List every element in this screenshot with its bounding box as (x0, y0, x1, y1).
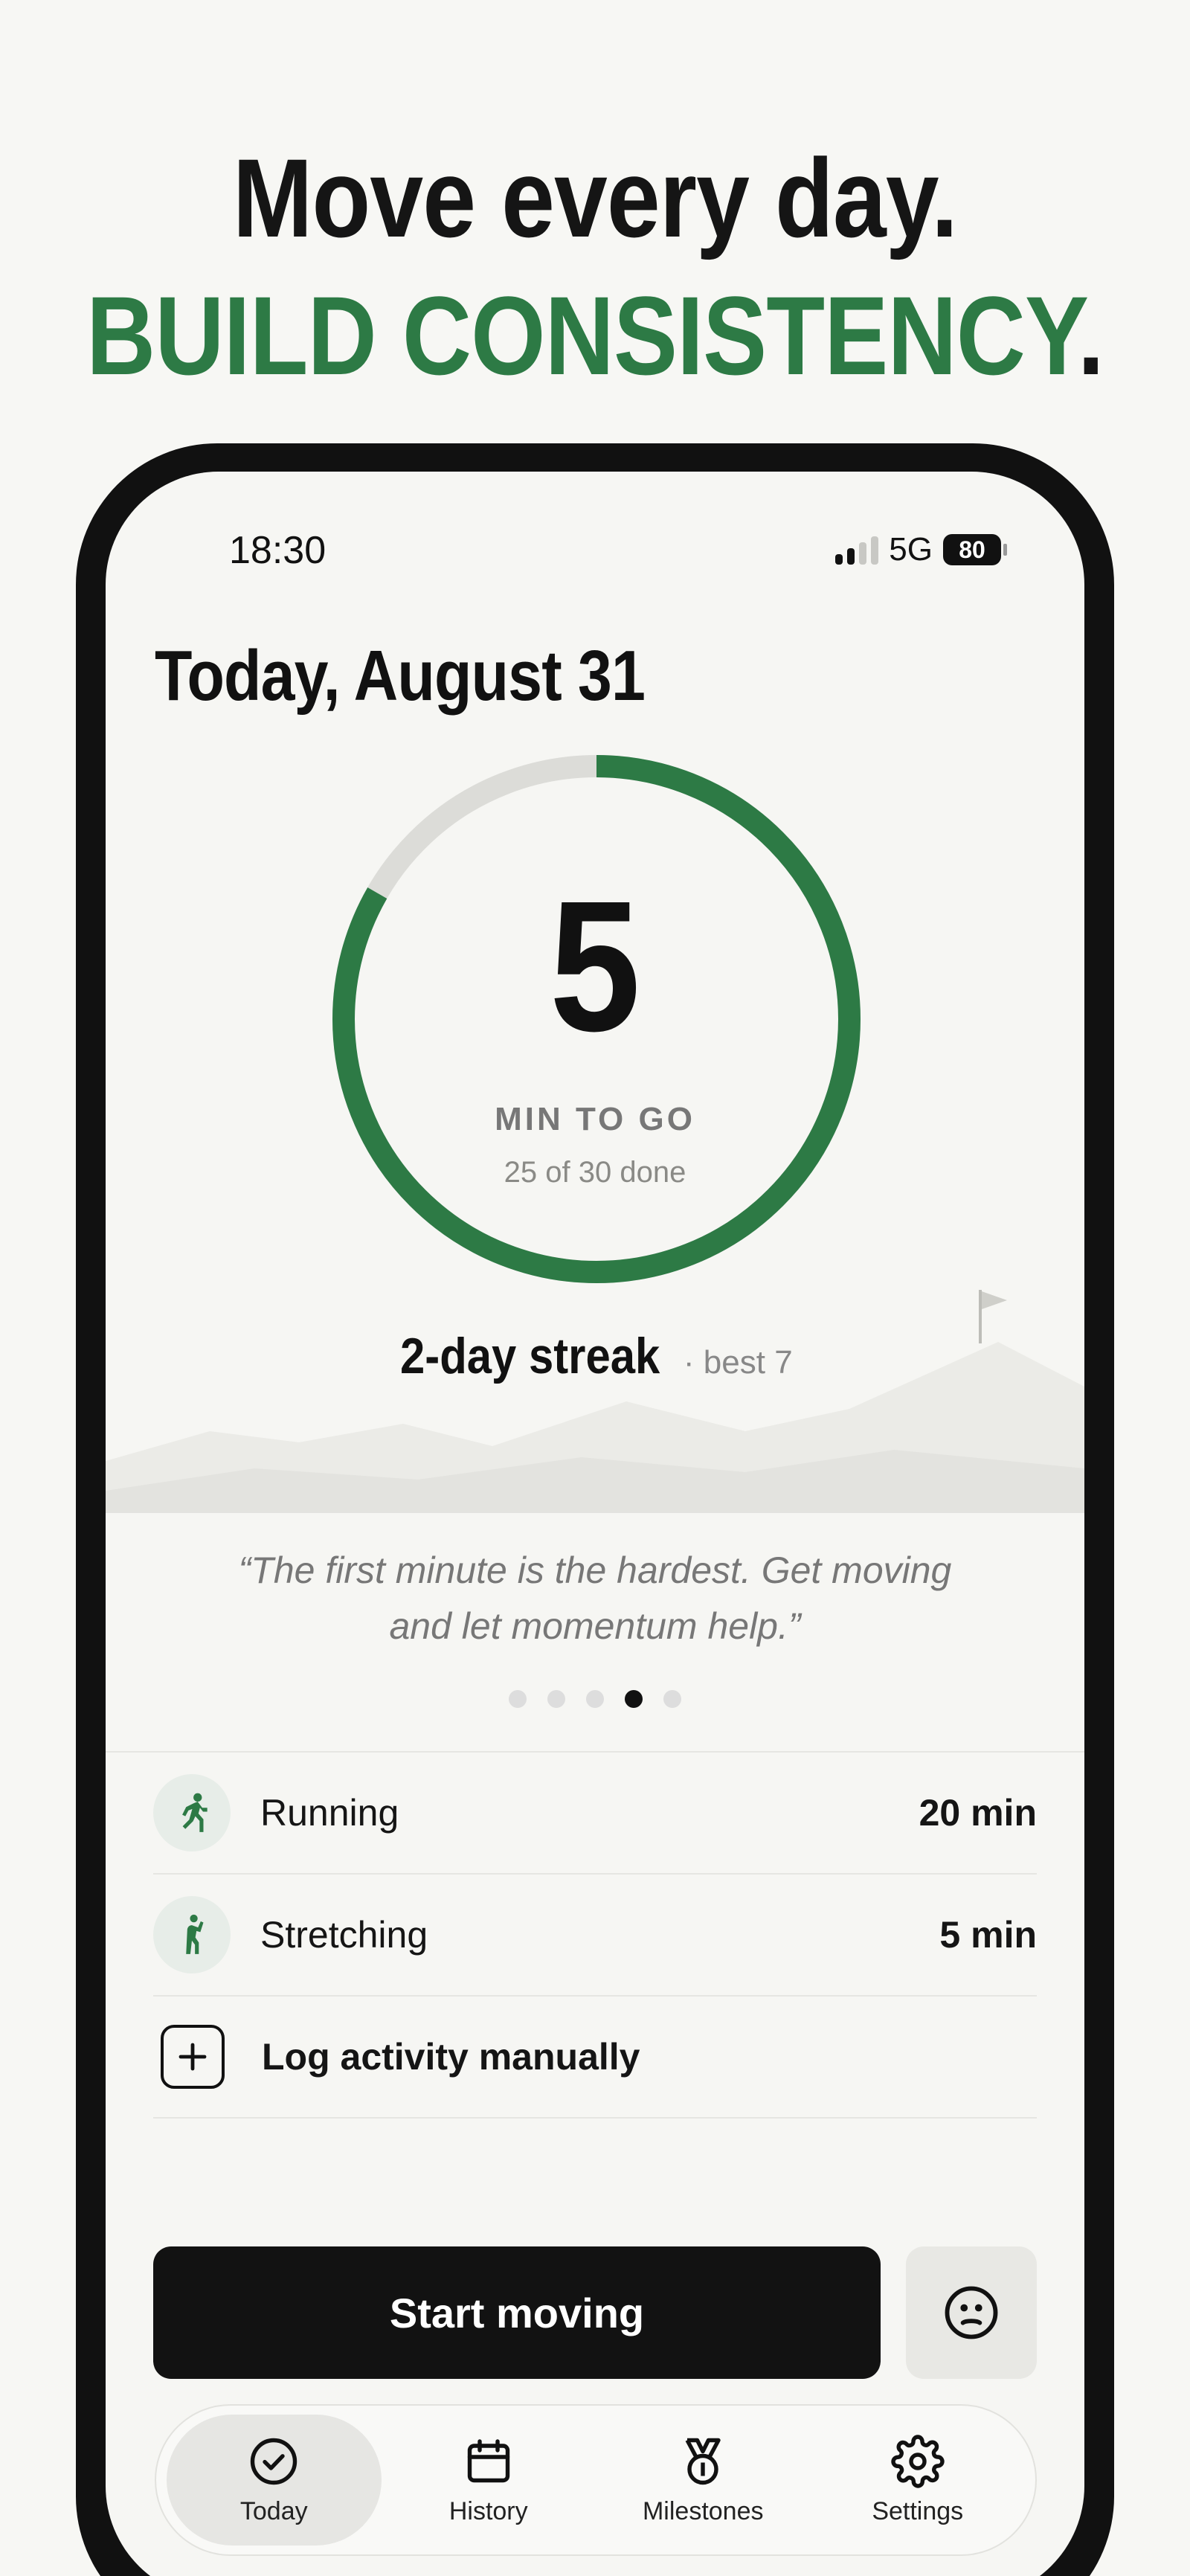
streak-count: 2-day streak (400, 1328, 660, 1384)
status-time: 18:30 (229, 529, 327, 572)
phone-screen: 18:30 5G 80 Today, August 31 5 MIN TO GO… (106, 472, 1084, 2576)
network-label: 5G (889, 531, 933, 568)
headline-secondary: BUILD CONSISTENCY. (83, 272, 1107, 400)
check-circle-icon (251, 2438, 298, 2485)
headline-primary: Move every day. (232, 135, 958, 260)
neutral-face-icon (945, 2286, 998, 2339)
calendar-icon (467, 2438, 509, 2482)
page-dot-5[interactable] (663, 1690, 681, 1708)
tab-label: History (448, 2496, 528, 2525)
page-dot-3[interactable] (586, 1690, 604, 1708)
activity-list: Running 20 min Stretching 5 min Log acti… (153, 1753, 1037, 2119)
page-dot-1[interactable] (509, 1690, 527, 1708)
gear-icon (891, 2434, 945, 2488)
tab-today[interactable]: Today (167, 2415, 382, 2546)
page-dot-4[interactable] (625, 1690, 643, 1708)
activity-label: Stretching (260, 1914, 428, 1956)
activity-duration: 20 min (919, 1792, 1037, 1834)
activity-row-running[interactable]: Running 20 min (153, 1753, 1037, 1875)
headline-secondary-text: BUILD CONSISTENCY (86, 273, 1078, 398)
mood-button[interactable] (906, 2246, 1037, 2379)
signal-icon (835, 535, 879, 565)
tab-label: Milestones (642, 2496, 764, 2525)
minutes-to-go-value: 5 (549, 862, 641, 1070)
quote-pagination[interactable] (106, 1690, 1084, 1708)
plus-icon (161, 2025, 225, 2089)
minutes-to-go-label: MIN TO GO (495, 1101, 695, 1137)
activity-row-stretching[interactable]: Stretching 5 min (153, 1875, 1037, 1997)
tab-history[interactable]: History (382, 2415, 596, 2546)
log-activity-manually-row[interactable]: Log activity manually (153, 1997, 1037, 2119)
battery-icon: 80 (943, 534, 1007, 565)
tab-bar: Today History Milestones Settings (155, 2404, 1037, 2556)
page-title: Today, August 31 (155, 636, 646, 716)
log-activity-manually-label: Log activity manually (262, 2036, 640, 2078)
headline-period: . (1077, 273, 1104, 398)
battery-level: 80 (959, 536, 985, 563)
medal-icon (685, 2438, 721, 2485)
running-icon (153, 1774, 231, 1851)
tab-label: Today (239, 2496, 308, 2525)
tab-label: Settings (872, 2496, 964, 2525)
status-indicators: 5G 80 (835, 531, 1007, 568)
tab-settings[interactable]: Settings (811, 2415, 1026, 2546)
start-moving-button[interactable]: Start moving (153, 2246, 881, 2379)
activity-label: Running (260, 1792, 399, 1834)
motivational-quote: “The first minute is the hardest. Get mo… (238, 1549, 952, 1647)
flag-icon (979, 1290, 1007, 1343)
page-dot-2[interactable] (547, 1690, 565, 1708)
streak-best: · best 7 (683, 1344, 793, 1381)
activity-duration: 5 min (939, 1914, 1037, 1956)
stretching-icon (153, 1896, 231, 1973)
progress-summary: 25 of 30 done (504, 1156, 686, 1189)
tab-milestones[interactable]: Milestones (596, 2415, 811, 2546)
streak-summary: 2-day streak · best 7 (400, 1327, 793, 1385)
